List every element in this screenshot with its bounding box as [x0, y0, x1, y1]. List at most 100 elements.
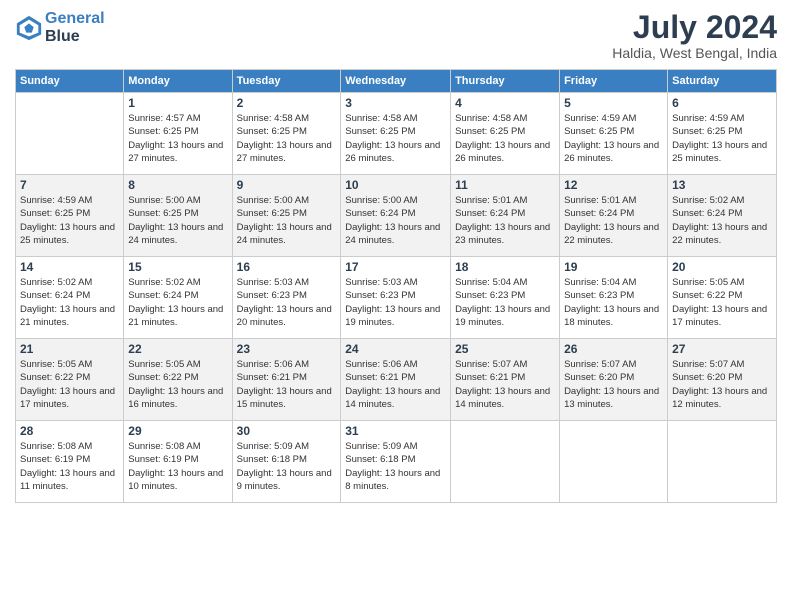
- calendar-cell: 2 Sunrise: 4:58 AM Sunset: 6:25 PM Daylig…: [232, 93, 341, 175]
- day-info: Sunrise: 5:04 AM Sunset: 6:23 PM Dayligh…: [564, 276, 663, 329]
- day-info: Sunrise: 4:58 AM Sunset: 6:25 PM Dayligh…: [455, 112, 555, 165]
- calendar-cell: 3 Sunrise: 4:58 AM Sunset: 6:25 PM Daylig…: [341, 93, 451, 175]
- calendar-cell: 23Sunrise: 5:06 AM Sunset: 6:21 PM Dayli…: [232, 339, 341, 421]
- day-info: Sunrise: 4:58 AM Sunset: 6:25 PM Dayligh…: [345, 112, 446, 165]
- calendar-cell: 20 Sunrise: 5:05 AM Sunset: 6:22 PM Dayli…: [668, 257, 777, 339]
- day-info: Sunrise: 5:05 AM Sunset: 6:22 PM Dayligh…: [128, 358, 227, 411]
- date-number: 5: [564, 96, 663, 110]
- date-number: 9: [237, 178, 337, 192]
- day-info: Sunrise: 5:00 AM Sunset: 6:24 PM Dayligh…: [345, 194, 446, 247]
- logo-text: General Blue: [45, 10, 105, 45]
- day-info: Sunrise: 5:01 AM Sunset: 6:24 PM Dayligh…: [564, 194, 663, 247]
- calendar-cell: 5 Sunrise: 4:59 AM Sunset: 6:25 PM Daylig…: [560, 93, 668, 175]
- day-info: Sunrise: 5:07 AM Sunset: 6:20 PM Dayligh…: [564, 358, 663, 411]
- weekday-header-row: SundayMondayTuesdayWednesdayThursdayFrid…: [16, 70, 777, 93]
- calendar-cell: 15 Sunrise: 5:02 AM Sunset: 6:24 PM Dayli…: [124, 257, 232, 339]
- date-number: 23: [237, 342, 337, 356]
- date-number: 25: [455, 342, 555, 356]
- day-info: Sunrise: 5:02 AM Sunset: 6:24 PM Dayligh…: [20, 276, 119, 329]
- date-number: 1: [128, 96, 227, 110]
- date-number: 26: [564, 342, 663, 356]
- calendar-cell: 9Sunrise: 5:00 AM Sunset: 6:25 PM Daylig…: [232, 175, 341, 257]
- week-row-1: 1 Sunrise: 4:57 AM Sunset: 6:25 PM Daylig…: [16, 93, 777, 175]
- day-info: Sunrise: 4:58 AM Sunset: 6:25 PM Dayligh…: [237, 112, 337, 165]
- weekday-header-sunday: Sunday: [16, 70, 124, 93]
- day-info: Sunrise: 5:07 AM Sunset: 6:21 PM Dayligh…: [455, 358, 555, 411]
- day-info: Sunrise: 5:00 AM Sunset: 6:25 PM Dayligh…: [128, 194, 227, 247]
- day-info: Sunrise: 4:59 AM Sunset: 6:25 PM Dayligh…: [564, 112, 663, 165]
- day-info: Sunrise: 5:03 AM Sunset: 6:23 PM Dayligh…: [237, 276, 337, 329]
- calendar-cell: 19 Sunrise: 5:04 AM Sunset: 6:23 PM Dayli…: [560, 257, 668, 339]
- weekday-header-tuesday: Tuesday: [232, 70, 341, 93]
- date-number: 7: [20, 178, 119, 192]
- calendar-cell: 29 Sunrise: 5:08 AM Sunset: 6:19 PM Dayli…: [124, 421, 232, 503]
- calendar-table: SundayMondayTuesdayWednesdayThursdayFrid…: [15, 69, 777, 503]
- location: Haldia, West Bengal, India: [612, 45, 777, 61]
- day-info: Sunrise: 5:08 AM Sunset: 6:19 PM Dayligh…: [20, 440, 119, 493]
- week-row-3: 14 Sunrise: 5:02 AM Sunset: 6:24 PM Dayli…: [16, 257, 777, 339]
- calendar-cell: 8 Sunrise: 5:00 AM Sunset: 6:25 PM Daylig…: [124, 175, 232, 257]
- date-number: 21: [20, 342, 119, 356]
- date-number: 28: [20, 424, 119, 438]
- weekday-header-thursday: Thursday: [451, 70, 560, 93]
- date-number: 16: [237, 260, 337, 274]
- date-number: 12: [564, 178, 663, 192]
- week-row-5: 28 Sunrise: 5:08 AM Sunset: 6:19 PM Dayli…: [16, 421, 777, 503]
- day-info: Sunrise: 5:09 AM Sunset: 6:18 PM Dayligh…: [345, 440, 446, 493]
- day-info: Sunrise: 5:05 AM Sunset: 6:22 PM Dayligh…: [672, 276, 772, 329]
- date-number: 29: [128, 424, 227, 438]
- calendar-cell: 17Sunrise: 5:03 AM Sunset: 6:23 PM Dayli…: [341, 257, 451, 339]
- date-number: 4: [455, 96, 555, 110]
- date-number: 13: [672, 178, 772, 192]
- title-section: July 2024 Haldia, West Bengal, India: [612, 10, 777, 61]
- day-info: Sunrise: 4:57 AM Sunset: 6:25 PM Dayligh…: [128, 112, 227, 165]
- calendar-cell: 28 Sunrise: 5:08 AM Sunset: 6:19 PM Dayli…: [16, 421, 124, 503]
- date-number: 20: [672, 260, 772, 274]
- calendar-cell: [16, 93, 124, 175]
- date-number: 18: [455, 260, 555, 274]
- day-info: Sunrise: 5:02 AM Sunset: 6:24 PM Dayligh…: [672, 194, 772, 247]
- calendar-cell: 14 Sunrise: 5:02 AM Sunset: 6:24 PM Dayli…: [16, 257, 124, 339]
- weekday-header-wednesday: Wednesday: [341, 70, 451, 93]
- day-info: Sunrise: 5:07 AM Sunset: 6:20 PM Dayligh…: [672, 358, 772, 411]
- calendar-cell: 31 Sunrise: 5:09 AM Sunset: 6:18 PM Dayli…: [341, 421, 451, 503]
- date-number: 19: [564, 260, 663, 274]
- day-info: Sunrise: 5:06 AM Sunset: 6:21 PM Dayligh…: [345, 358, 446, 411]
- date-number: 31: [345, 424, 446, 438]
- calendar-cell: 10 Sunrise: 5:00 AM Sunset: 6:24 PM Dayli…: [341, 175, 451, 257]
- date-number: 14: [20, 260, 119, 274]
- calendar-cell: 7 Sunrise: 4:59 AM Sunset: 6:25 PM Daylig…: [16, 175, 124, 257]
- date-number: 11: [455, 178, 555, 192]
- date-number: 17: [345, 260, 446, 274]
- date-number: 8: [128, 178, 227, 192]
- week-row-4: 21 Sunrise: 5:05 AM Sunset: 6:22 PM Dayli…: [16, 339, 777, 421]
- calendar-cell: 24 Sunrise: 5:06 AM Sunset: 6:21 PM Dayli…: [341, 339, 451, 421]
- day-info: Sunrise: 5:09 AM Sunset: 6:18 PM Dayligh…: [237, 440, 337, 493]
- day-info: Sunrise: 5:02 AM Sunset: 6:24 PM Dayligh…: [128, 276, 227, 329]
- date-number: 30: [237, 424, 337, 438]
- calendar-cell: 26 Sunrise: 5:07 AM Sunset: 6:20 PM Dayli…: [560, 339, 668, 421]
- calendar-cell: [451, 421, 560, 503]
- date-number: 6: [672, 96, 772, 110]
- day-info: Sunrise: 5:08 AM Sunset: 6:19 PM Dayligh…: [128, 440, 227, 493]
- date-number: 10: [345, 178, 446, 192]
- calendar-cell: 6 Sunrise: 4:59 AM Sunset: 6:25 PM Daylig…: [668, 93, 777, 175]
- day-info: Sunrise: 5:04 AM Sunset: 6:23 PM Dayligh…: [455, 276, 555, 329]
- date-number: 3: [345, 96, 446, 110]
- day-info: Sunrise: 4:59 AM Sunset: 6:25 PM Dayligh…: [20, 194, 119, 247]
- calendar-cell: [668, 421, 777, 503]
- date-number: 2: [237, 96, 337, 110]
- calendar-cell: [560, 421, 668, 503]
- calendar-cell: 13 Sunrise: 5:02 AM Sunset: 6:24 PM Dayli…: [668, 175, 777, 257]
- calendar-cell: 11 Sunrise: 5:01 AM Sunset: 6:24 PM Dayli…: [451, 175, 560, 257]
- date-number: 24: [345, 342, 446, 356]
- day-info: Sunrise: 5:01 AM Sunset: 6:24 PM Dayligh…: [455, 194, 555, 247]
- date-number: 15: [128, 260, 227, 274]
- logo: General Blue: [15, 10, 105, 45]
- weekday-header-friday: Friday: [560, 70, 668, 93]
- calendar-cell: 30 Sunrise: 5:09 AM Sunset: 6:18 PM Dayli…: [232, 421, 341, 503]
- logo-icon: [15, 14, 43, 42]
- calendar-cell: 4 Sunrise: 4:58 AM Sunset: 6:25 PM Daylig…: [451, 93, 560, 175]
- weekday-header-saturday: Saturday: [668, 70, 777, 93]
- day-info: Sunrise: 4:59 AM Sunset: 6:25 PM Dayligh…: [672, 112, 772, 165]
